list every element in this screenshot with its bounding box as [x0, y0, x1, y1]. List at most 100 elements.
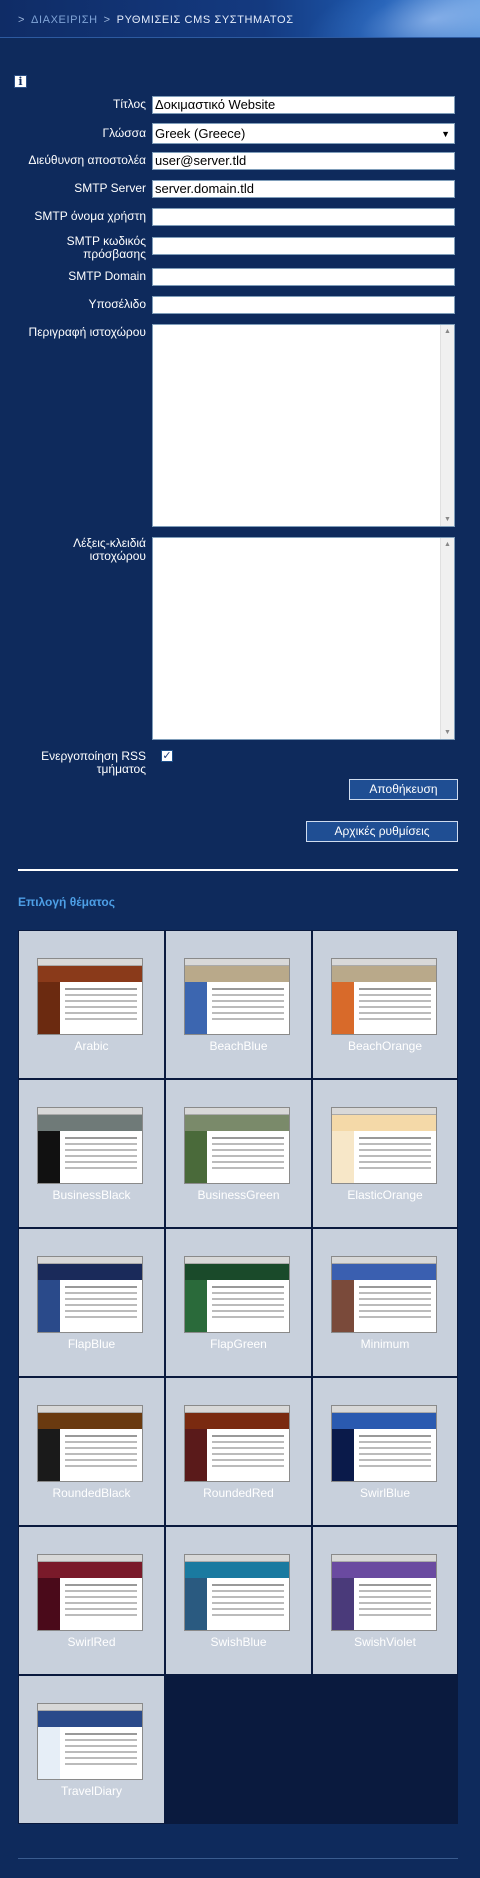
info-icon[interactable]: i — [14, 75, 27, 88]
theme-option[interactable]: Minimum — [312, 1228, 458, 1377]
theme-thumbnail[interactable] — [37, 958, 143, 1035]
theme-thumbnail[interactable] — [184, 1256, 290, 1333]
thumbnail-sidebar — [185, 1280, 207, 1332]
sender-label: Διεύθυνση αποστολέα — [28, 153, 146, 167]
scroll-down-icon[interactable]: ▼ — [441, 726, 454, 739]
thumbnail-browser-chrome — [185, 1555, 289, 1562]
scroll-down-icon[interactable]: ▼ — [441, 513, 454, 526]
dropdown-arrow-icon[interactable]: ▼ — [441, 126, 450, 142]
smtp-user-input[interactable] — [152, 208, 455, 226]
theme-thumbnail[interactable] — [37, 1405, 143, 1482]
thumbnail-sidebar — [185, 1131, 207, 1183]
theme-name: SwirlRed — [67, 1635, 116, 1649]
thumbnail-sidebar — [185, 1429, 207, 1481]
theme-thumbnail[interactable] — [331, 1554, 437, 1631]
theme-thumbnail[interactable] — [37, 1107, 143, 1184]
thumbnail-content — [354, 1131, 436, 1183]
thumbnail-sidebar — [38, 1131, 60, 1183]
theme-thumbnail[interactable] — [331, 1107, 437, 1184]
theme-thumbnail[interactable] — [184, 1107, 290, 1184]
theme-section-title: Επιλογή θέματος — [18, 895, 115, 909]
theme-option[interactable]: RoundedBlack — [18, 1377, 165, 1526]
bottom-divider — [18, 1858, 458, 1859]
language-label: Γλώσσα — [102, 126, 146, 140]
thumbnail-content — [207, 1131, 289, 1183]
theme-thumbnail[interactable] — [37, 1703, 143, 1780]
thumbnail-header — [38, 966, 142, 982]
footer-input[interactable] — [152, 296, 455, 314]
theme-option[interactable]: SwishBlue — [165, 1526, 312, 1675]
theme-option[interactable]: BusinessGreen — [165, 1079, 312, 1228]
theme-thumbnail[interactable] — [331, 958, 437, 1035]
theme-thumbnail[interactable] — [184, 958, 290, 1035]
thumbnail-header — [185, 1562, 289, 1578]
theme-thumbnail[interactable] — [184, 1405, 290, 1482]
smtp-domain-input[interactable] — [152, 268, 455, 286]
thumbnail-sidebar — [185, 1578, 207, 1630]
description-scrollbar[interactable]: ▲ ▼ — [440, 325, 454, 526]
scroll-up-icon[interactable]: ▲ — [441, 538, 454, 551]
thumbnail-browser-chrome — [185, 959, 289, 966]
thumbnail-body — [185, 1280, 289, 1332]
thumbnail-body — [185, 1429, 289, 1481]
theme-option[interactable]: RoundedRed — [165, 1377, 312, 1526]
sender-input[interactable]: user@server.tld — [152, 152, 455, 170]
reset-defaults-button[interactable]: Αρχικές ρυθμίσεις — [306, 821, 458, 842]
thumbnail-sidebar — [38, 1280, 60, 1332]
save-button[interactable]: Αποθήκευση — [349, 779, 458, 800]
thumbnail-browser-chrome — [332, 1406, 436, 1413]
theme-option[interactable]: TravelDiary — [18, 1675, 165, 1824]
thumbnail-sidebar — [332, 1280, 354, 1332]
breadcrumb-admin-link[interactable]: ΔΙΑΧΕΙΡΙΣΗ — [31, 14, 98, 26]
theme-option[interactable]: SwirlBlue — [312, 1377, 458, 1526]
theme-thumbnail[interactable] — [37, 1554, 143, 1631]
keywords-scrollbar[interactable]: ▲ ▼ — [440, 538, 454, 739]
theme-name: BusinessBlack — [52, 1188, 131, 1202]
section-divider — [18, 869, 458, 871]
keywords-textarea[interactable]: ▲ ▼ — [152, 537, 455, 740]
smtp-server-input[interactable]: server.domain.tld — [152, 180, 455, 198]
theme-thumbnail[interactable] — [184, 1554, 290, 1631]
smtp-password-label-line2: πρόσβασης — [83, 247, 146, 261]
theme-option[interactable]: ElasticOrange — [312, 1079, 458, 1228]
theme-name: BeachOrange — [347, 1039, 423, 1053]
keywords-label: Λέξεις-κλειδιά ιστοχώρου — [6, 537, 146, 563]
theme-option[interactable]: SwishViolet — [312, 1526, 458, 1675]
theme-option[interactable]: BeachBlue — [165, 930, 312, 1079]
scroll-up-icon[interactable]: ▲ — [441, 325, 454, 338]
theme-name: SwishBlue — [210, 1635, 267, 1649]
thumbnail-content — [207, 1578, 289, 1630]
rss-checkbox[interactable]: ✓ — [161, 750, 173, 762]
thumbnail-header — [332, 1115, 436, 1131]
description-label: Περιγραφή ιστοχώρου — [28, 325, 146, 339]
thumbnail-content — [207, 982, 289, 1034]
theme-option[interactable]: BusinessBlack — [18, 1079, 165, 1228]
thumbnail-body — [38, 1727, 142, 1779]
thumbnail-browser-chrome — [38, 1704, 142, 1711]
theme-name: FlapBlue — [67, 1337, 116, 1351]
title-input[interactable]: Δοκιμαστικό Website — [152, 96, 455, 114]
language-select[interactable]: Greek (Greece) ▼ — [152, 123, 455, 144]
theme-option[interactable]: FlapBlue — [18, 1228, 165, 1377]
description-textarea[interactable]: ▲ ▼ — [152, 324, 455, 527]
theme-option[interactable]: BeachOrange — [312, 930, 458, 1079]
theme-name: BusinessGreen — [197, 1188, 280, 1202]
thumbnail-body — [332, 982, 436, 1034]
theme-option[interactable]: SwirlRed — [18, 1526, 165, 1675]
theme-thumbnail[interactable] — [331, 1405, 437, 1482]
thumbnail-content — [60, 982, 142, 1034]
theme-thumbnail[interactable] — [331, 1256, 437, 1333]
theme-grid: Arabic BeachBlue BeachOrange BusinessBlack B… — [18, 930, 458, 1824]
theme-option[interactable]: Arabic — [18, 930, 165, 1079]
smtp-password-input[interactable] — [152, 237, 455, 255]
thumbnail-sidebar — [332, 1578, 354, 1630]
rss-label-line2: τμήματος — [96, 762, 146, 776]
theme-option[interactable]: FlapGreen — [165, 1228, 312, 1377]
thumbnail-sidebar — [38, 1578, 60, 1630]
theme-name: Arabic — [74, 1039, 109, 1053]
thumbnail-header — [332, 1562, 436, 1578]
thumbnail-browser-chrome — [332, 1257, 436, 1264]
theme-thumbnail[interactable] — [37, 1256, 143, 1333]
top-bar: > ΔΙΑΧΕΙΡΙΣΗ > ΡΥΘΜΙΣΕΙΣ CMS ΣΥΣΤΗΜΑΤΟΣ — [0, 0, 480, 38]
theme-name: ElasticOrange — [347, 1188, 423, 1202]
